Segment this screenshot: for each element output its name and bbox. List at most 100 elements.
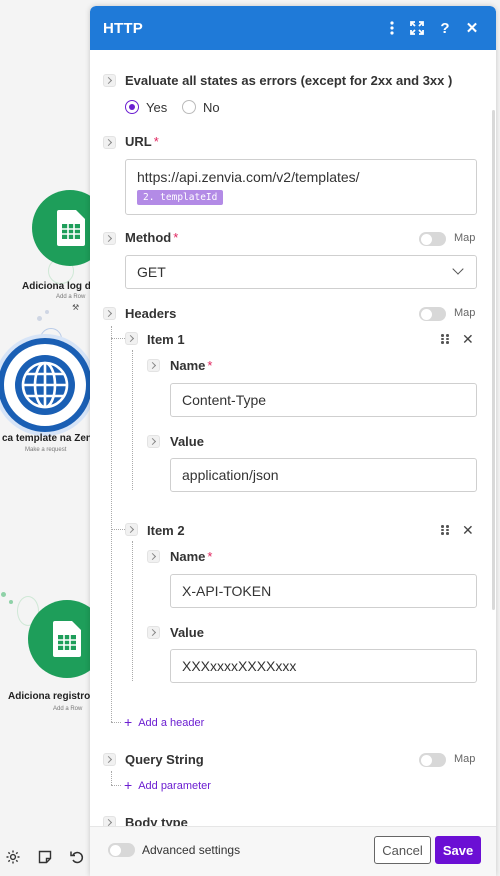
radio-yes-label: Yes — [146, 100, 168, 115]
node-2-sublabel: Make a request — [25, 447, 67, 453]
collapse-chevron-icon[interactable] — [147, 550, 160, 563]
item-1-value-label: Value — [170, 434, 204, 449]
item-2-tree-line — [132, 541, 133, 681]
tree-branch — [111, 785, 121, 786]
scrollbar[interactable] — [492, 110, 495, 610]
save-button[interactable]: Save — [435, 836, 481, 864]
plus-icon: + — [124, 777, 133, 793]
collapse-chevron-icon[interactable] — [125, 332, 138, 345]
collapse-chevron-icon[interactable] — [103, 74, 116, 87]
plus-icon: + — [124, 714, 133, 730]
globe-icon — [4, 344, 86, 426]
method-map-label: Map — [454, 232, 476, 244]
headers-map-label: Map — [454, 307, 476, 319]
close-icon[interactable]: ✕ — [462, 18, 482, 38]
connector-dot — [1, 592, 6, 597]
panel-body[interactable]: Evaluate all states as errors (except fo… — [90, 50, 496, 826]
radio-no-label: No — [203, 100, 220, 115]
url-input[interactable]: https://api.zenvia.com/v2/templates/ — [125, 159, 477, 215]
remove-item-1-button[interactable]: ✕ — [462, 332, 474, 346]
item-1-name-value: Content-Type — [182, 392, 267, 408]
note-icon[interactable] — [36, 848, 54, 866]
item-1-name-input[interactable]: Content-Type — [170, 383, 477, 417]
panel-title: HTTP — [103, 20, 143, 37]
header-item-2-title: Item 2 — [147, 523, 185, 538]
google-sheets-icon — [57, 210, 85, 251]
required-asterisk: * — [153, 134, 159, 149]
node-2-label: ca template na Zen — [2, 433, 93, 444]
node-1-sublabel: Add a Row — [56, 294, 86, 300]
item-2-name-label: Name * — [170, 549, 213, 564]
headers-map-toggle[interactable] — [419, 307, 446, 321]
item-1-tree-line — [132, 350, 133, 490]
collapse-chevron-icon[interactable] — [103, 136, 116, 149]
query-tree-line — [111, 771, 112, 785]
node-3-label: Adiciona registro — [8, 691, 91, 702]
url-variable-tag[interactable]: 2. templateId — [137, 190, 224, 205]
connector-dot — [9, 600, 13, 604]
remove-item-2-button[interactable]: ✕ — [462, 523, 474, 537]
item-1-value-value: application/json — [182, 467, 279, 483]
more-vertical-icon[interactable] — [382, 18, 402, 38]
drag-handle-icon[interactable] — [441, 525, 449, 535]
item-2-value-label: Value — [170, 625, 204, 640]
node-1-label: Adiciona log d — [22, 281, 91, 292]
method-select[interactable]: GET — [125, 255, 477, 289]
item-2-value-value: XXXxxxxXXXXxxx — [182, 658, 297, 674]
http-node[interactable] — [0, 338, 92, 432]
collapse-chevron-icon[interactable] — [125, 523, 138, 536]
panel-footer: Advanced settings Cancel Save — [90, 826, 496, 876]
connector-dot — [37, 316, 42, 321]
required-asterisk: * — [207, 358, 213, 373]
cancel-button[interactable]: Cancel — [374, 836, 431, 864]
headers-label: Headers — [125, 306, 177, 321]
url-text: https://api.zenvia.com/v2/templates/ — [137, 169, 360, 185]
url-label: URL * — [125, 134, 159, 149]
expand-icon[interactable] — [407, 18, 427, 38]
required-asterisk: * — [173, 230, 179, 245]
item-2-value-input[interactable]: XXXxxxxXXXXxxx — [170, 649, 477, 683]
node-3-sublabel: Add a Row — [53, 706, 83, 712]
advanced-settings-label: Advanced settings — [142, 843, 241, 857]
tree-branch — [111, 338, 125, 339]
add-parameter-link[interactable]: + Add parameter — [124, 777, 211, 793]
query-string-label: Query String — [125, 752, 204, 767]
collapse-chevron-icon[interactable] — [147, 435, 160, 448]
undo-icon[interactable] — [68, 848, 86, 866]
http-module-panel: HTTP ? ✕ Evaluate all states as errors (… — [90, 6, 496, 876]
required-asterisk: * — [207, 549, 213, 564]
headers-tree-line — [111, 326, 112, 722]
add-header-link[interactable]: + Add a header — [124, 714, 204, 730]
item-1-name-label: Name * — [170, 358, 213, 373]
settings-icon[interactable] — [4, 848, 22, 866]
collapse-chevron-icon[interactable] — [103, 232, 116, 245]
header-item-1-title: Item 1 — [147, 332, 185, 347]
item-2-name-value: X-API-TOKEN — [182, 583, 272, 599]
google-sheets-icon — [53, 621, 81, 662]
collapse-chevron-icon[interactable] — [103, 816, 116, 826]
query-string-map-label: Map — [454, 753, 476, 765]
method-map-toggle[interactable] — [419, 232, 446, 246]
help-icon[interactable]: ? — [435, 18, 455, 38]
method-value: GET — [137, 264, 166, 280]
radio-no[interactable] — [182, 100, 196, 114]
collapse-chevron-icon[interactable] — [103, 307, 116, 320]
collapse-chevron-icon[interactable] — [147, 359, 160, 372]
item-2-name-input[interactable]: X-API-TOKEN — [170, 574, 477, 608]
method-label: Method * — [125, 230, 179, 245]
item-1-value-input[interactable]: application/json — [170, 458, 477, 492]
advanced-settings-toggle[interactable] — [108, 843, 135, 857]
tree-branch — [111, 529, 125, 530]
collapse-chevron-icon[interactable] — [103, 753, 116, 766]
canvas-toolbar — [0, 838, 92, 876]
body-type-label: Body type — [125, 815, 188, 826]
panel-header: HTTP ? ✕ — [90, 6, 496, 50]
query-string-map-toggle[interactable] — [419, 753, 446, 767]
wrench-icon: ⚒ — [72, 303, 80, 312]
collapse-chevron-icon[interactable] — [147, 626, 160, 639]
tree-branch — [111, 722, 121, 723]
evaluate-errors-label: Evaluate all states as errors (except fo… — [125, 73, 453, 88]
connector-dot — [45, 310, 49, 314]
drag-handle-icon[interactable] — [441, 334, 449, 344]
radio-yes[interactable] — [125, 100, 139, 114]
